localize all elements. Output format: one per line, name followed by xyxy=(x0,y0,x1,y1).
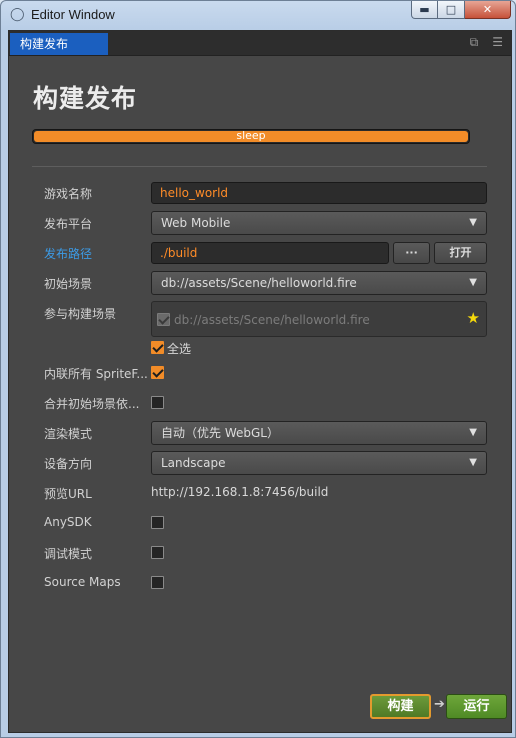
maximize-icon: □ xyxy=(445,3,457,16)
star-icon: ★ xyxy=(466,309,480,327)
row-inline-sprites: 内联所有 SpriteF... xyxy=(9,361,511,385)
debug-mode-checkbox[interactable] xyxy=(151,546,164,559)
game-name-label: 游戏名称 xyxy=(44,187,93,201)
render-mode-value: 自动（优先 WebGL） xyxy=(161,426,279,440)
row-render-mode: 渲染模式 自动（优先 WebGL） ▼ xyxy=(9,421,511,445)
platform-label: 发布平台 xyxy=(44,217,93,231)
page-title: 构建发布 xyxy=(33,84,138,113)
title-bar[interactable]: ◯ Editor Window ▬ □ ✕ xyxy=(1,1,516,29)
row-anysdk: AnySDK xyxy=(9,511,511,535)
game-name-input[interactable]: hello_world xyxy=(151,182,487,204)
anysdk-label: AnySDK xyxy=(44,515,92,529)
editor-window: ◯ Editor Window ▬ □ ✕ 构建发布 ⧉ ☰ 构建发布 slee… xyxy=(0,0,516,738)
tab-tools: ⧉ ☰ xyxy=(470,35,503,50)
row-debug-mode: 调试模式 xyxy=(9,541,511,565)
row-platform: 发布平台 Web Mobile ▼ xyxy=(9,211,511,235)
debug-mode-label: 调试模式 xyxy=(44,547,93,561)
build-scenes-label: 参与构建场景 xyxy=(44,307,117,321)
platform-select[interactable]: Web Mobile ▼ xyxy=(151,211,487,235)
app-logo-icon: ◯ xyxy=(10,7,25,22)
row-preview-url: 预览URL http://192.168.1.8:7456/build xyxy=(9,481,511,505)
build-scenes-list: db://assets/Scene/helloworld.fire ★ xyxy=(151,301,487,337)
inline-sprites-label: 内联所有 SpriteF... xyxy=(44,367,148,381)
browse-button[interactable]: ··· xyxy=(393,242,430,264)
source-maps-label: Source Maps xyxy=(44,575,121,589)
orientation-label: 设备方向 xyxy=(44,457,93,471)
progress-status-text: sleep xyxy=(236,129,266,142)
row-start-scene: 初始场景 db://assets/Scene/helloworld.fire ▼ xyxy=(9,271,511,295)
row-game-name: 游戏名称 hello_world xyxy=(9,181,511,205)
build-path-label[interactable]: 发布路径 xyxy=(44,245,92,262)
chevron-down-icon: ▼ xyxy=(469,457,477,468)
orientation-select[interactable]: Landscape ▼ xyxy=(151,451,487,475)
select-all-label: 全选 xyxy=(167,342,192,356)
chevron-down-icon: ▼ xyxy=(469,427,477,438)
divider xyxy=(32,166,487,167)
maximize-button[interactable]: □ xyxy=(438,1,465,19)
arrow-right-icon: ➔ xyxy=(434,697,445,712)
preview-url-value[interactable]: http://192.168.1.8:7456/build xyxy=(151,485,328,499)
minimize-icon: ▬ xyxy=(419,3,430,16)
minimize-button[interactable]: ▬ xyxy=(411,1,438,19)
build-button[interactable]: 构建 xyxy=(370,694,431,719)
build-path-input[interactable]: ./build xyxy=(151,242,389,264)
scene-path: db://assets/Scene/helloworld.fire xyxy=(174,313,370,327)
start-scene-value: db://assets/Scene/helloworld.fire xyxy=(161,276,357,290)
row-merge-start-scene: 合并初始场景依... xyxy=(9,391,511,415)
popout-icon[interactable]: ⧉ xyxy=(470,35,479,50)
tab-build-publish[interactable]: 构建发布 xyxy=(10,33,108,55)
close-icon: ✕ xyxy=(482,3,493,16)
preview-url-label: 预览URL xyxy=(44,487,92,501)
run-button[interactable]: 运行 xyxy=(446,694,507,719)
close-button[interactable]: ✕ xyxy=(465,1,511,19)
open-folder-button[interactable]: 打开 xyxy=(434,242,487,264)
select-all-checkbox[interactable] xyxy=(151,341,164,354)
row-build-path: 发布路径 ./build ··· 打开 xyxy=(9,241,511,265)
scene-checkbox[interactable] xyxy=(157,313,170,326)
row-source-maps: Source Maps xyxy=(9,571,511,595)
start-scene-label: 初始场景 xyxy=(44,277,93,291)
chevron-down-icon: ▼ xyxy=(469,217,477,228)
render-mode-select[interactable]: 自动（优先 WebGL） ▼ xyxy=(151,421,487,445)
panel-tab-bar: 构建发布 ⧉ ☰ xyxy=(9,31,511,56)
render-mode-label: 渲染模式 xyxy=(44,427,93,441)
menu-icon[interactable]: ☰ xyxy=(492,35,503,50)
platform-value: Web Mobile xyxy=(161,216,231,230)
inline-sprites-checkbox[interactable] xyxy=(151,366,164,379)
source-maps-checkbox[interactable] xyxy=(151,576,164,589)
start-scene-select[interactable]: db://assets/Scene/helloworld.fire ▼ xyxy=(151,271,487,295)
build-panel: 构建发布 ⧉ ☰ 构建发布 sleep 游戏名称 hello_world 发布平… xyxy=(8,30,512,733)
row-orientation: 设备方向 Landscape ▼ xyxy=(9,451,511,475)
build-progress-bar: sleep xyxy=(32,129,470,144)
window-controls: ▬ □ ✕ xyxy=(411,1,511,20)
merge-start-scene-checkbox[interactable] xyxy=(151,396,164,409)
orientation-value: Landscape xyxy=(161,456,226,470)
chevron-down-icon: ▼ xyxy=(469,277,477,288)
merge-start-scene-label: 合并初始场景依... xyxy=(44,397,140,411)
anysdk-checkbox[interactable] xyxy=(151,516,164,529)
window-title: Editor Window xyxy=(31,7,115,22)
